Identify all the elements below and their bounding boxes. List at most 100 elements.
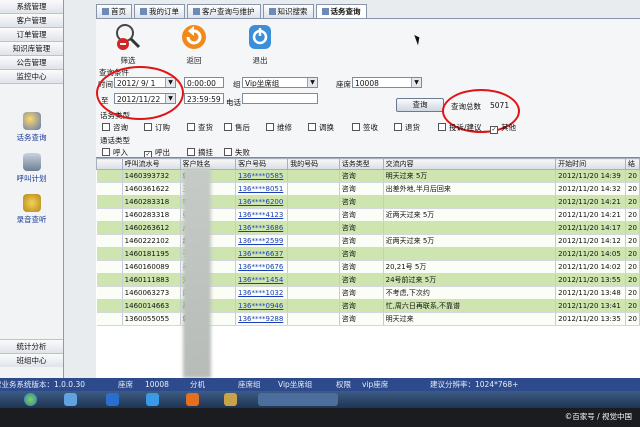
table-row[interactable]: 1460283318张136****4123咨询近两天过来 5万2012/11/… <box>96 208 640 222</box>
table-row[interactable]: 1460222102赵136****2599咨询近两天过来 5万2012/11/… <box>96 234 640 248</box>
query-button[interactable]: 查询 <box>396 98 444 112</box>
column-header[interactable]: 交流内容 <box>382 158 557 170</box>
tab-customer-query[interactable]: 客户查询与维护 <box>187 4 261 18</box>
table-row[interactable]: 1360055055韩136****9288咨询明天过来2012/11/20 1… <box>96 312 640 326</box>
table-row[interactable]: 1460263612卢136****3686咨询2012/11/20 14:17… <box>96 221 640 235</box>
row-selector[interactable] <box>96 273 123 287</box>
business-type-checkbox[interactable]: ✓ 其他 <box>490 122 516 134</box>
cell-phone[interactable]: 136****0946 <box>235 299 289 313</box>
table-row[interactable]: 1460160089吴136****0676咨询20,21号 5万2012/11… <box>96 260 640 274</box>
cell-phone[interactable]: 136****1454 <box>235 273 289 287</box>
column-header[interactable]: 我的号码 <box>287 158 340 170</box>
business-type-checkbox[interactable]: 售后 <box>224 122 250 133</box>
checkbox-icon[interactable] <box>438 123 446 131</box>
nav-item-team-center[interactable]: 班组中心 <box>0 353 63 367</box>
business-type-checkbox[interactable]: 调换 <box>308 122 334 133</box>
tab-call-query[interactable]: 话务查询 <box>315 4 367 18</box>
row-selector[interactable] <box>96 299 123 313</box>
phone-input[interactable] <box>242 93 318 104</box>
seat-select[interactable]: 10008 ▼ <box>352 77 422 88</box>
business-type-checkbox[interactable]: 查货 <box>187 122 213 133</box>
row-selector[interactable] <box>96 286 123 300</box>
cell-phone[interactable]: 136****9288 <box>235 312 289 326</box>
checkbox-icon[interactable] <box>266 123 274 131</box>
ie-icon[interactable] <box>146 393 159 406</box>
business-type-checkbox[interactable]: 退货 <box>394 122 420 133</box>
table-row[interactable]: 1460181195于136****6637咨询2012/11/20 14:05… <box>96 247 640 261</box>
exit-button[interactable]: 退出 <box>242 23 278 66</box>
column-header[interactable]: 客户号码 <box>235 158 289 170</box>
nav-item-system[interactable]: 系统管理 <box>0 0 63 14</box>
nav-item-customer[interactable]: 客户管理 <box>0 14 63 28</box>
business-type-checkbox[interactable]: 投诉/建议 <box>438 122 482 133</box>
cell-phone[interactable]: 136****3686 <box>235 221 289 235</box>
tab-my-orders[interactable]: 我的订单 <box>134 4 185 18</box>
checkbox-icon[interactable] <box>224 123 232 131</box>
row-selector[interactable] <box>96 221 123 235</box>
nav-tool-recording[interactable]: 录音查听 <box>0 194 63 225</box>
folder-icon[interactable] <box>224 393 237 406</box>
checkbox-icon[interactable] <box>224 148 232 156</box>
row-selector[interactable] <box>96 195 123 209</box>
row-selector[interactable] <box>96 234 123 248</box>
tab-home[interactable]: 首页 <box>96 4 132 18</box>
nav-item-monitor[interactable]: 监控中心 <box>0 70 63 84</box>
cell-phone[interactable]: 136****6200 <box>235 195 289 209</box>
business-type-checkbox[interactable]: 订购 <box>144 122 170 133</box>
checkbox-icon[interactable] <box>352 123 360 131</box>
chevron-down-icon[interactable]: ▼ <box>307 78 317 87</box>
checkbox-icon[interactable] <box>187 148 195 156</box>
business-type-checkbox[interactable]: 维修 <box>266 122 292 133</box>
table-row[interactable]: 1460063273周136****1032咨询不考虑,下次约2012/11/2… <box>96 286 640 300</box>
row-selector[interactable] <box>96 247 123 261</box>
checkbox-icon[interactable] <box>144 123 152 131</box>
end-time-field[interactable]: 23:59:59 <box>184 93 224 104</box>
cell-phone[interactable]: 136****6637 <box>235 247 289 261</box>
chevron-down-icon[interactable]: ▼ <box>411 78 421 87</box>
business-type-checkbox[interactable]: 咨询 <box>102 122 128 133</box>
checkbox-icon[interactable]: ✓ <box>490 126 498 134</box>
tab-knowledge-search[interactable]: 知识搜索 <box>262 4 314 18</box>
row-selector[interactable] <box>96 169 123 183</box>
nav-tool-call-query[interactable]: 话务查询 <box>0 112 63 143</box>
cell-phone[interactable]: 136****0585 <box>235 169 289 183</box>
back-button[interactable]: 返回 <box>176 23 212 66</box>
checkbox-icon[interactable] <box>102 123 110 131</box>
row-selector[interactable] <box>96 208 123 222</box>
table-row[interactable]: 1460111883刘136****1454咨询24号前过来 5万2012/11… <box>96 273 640 287</box>
start-time-field[interactable]: 0:00:00 <box>184 77 224 88</box>
nav-item-order[interactable]: 订单管理 <box>0 28 63 42</box>
column-header[interactable]: 话务类型 <box>338 158 384 170</box>
filter-button[interactable]: 筛选 <box>110 23 146 66</box>
column-header[interactable]: 呼叫流水号 <box>121 158 181 170</box>
cell-phone[interactable]: 136****4123 <box>235 208 289 222</box>
start-button-icon[interactable] <box>24 393 37 406</box>
nav-item-notice[interactable]: 公告管理 <box>0 56 63 70</box>
table-row[interactable]: 1460361622王136****8051咨询出差外地,半月后回来2012/1… <box>96 182 640 196</box>
row-selector[interactable] <box>96 312 123 326</box>
browser-icon[interactable] <box>106 393 119 406</box>
taskbar-app-window[interactable] <box>258 393 338 406</box>
explorer-icon[interactable] <box>64 393 77 406</box>
row-selector[interactable] <box>96 260 123 274</box>
row-selector[interactable] <box>96 182 123 196</box>
checkbox-icon[interactable] <box>187 123 195 131</box>
checkbox-icon[interactable] <box>102 148 110 156</box>
business-type-checkbox[interactable]: 签收 <box>352 122 378 133</box>
cell-phone[interactable]: 136****2599 <box>235 234 289 248</box>
nav-item-statistics[interactable]: 统计分析 <box>0 339 63 353</box>
table-row[interactable]: 1460393732韩136****0585咨询明天过来 5万2012/11/2… <box>96 169 640 183</box>
group-select[interactable]: Vip坐席组 ▼ <box>242 77 318 88</box>
table-row[interactable]: 1460283318李136****6200咨询2012/11/20 14:21… <box>96 195 640 209</box>
media-player-icon[interactable] <box>186 393 199 406</box>
nav-tool-call-plan[interactable]: 呼叫计划 <box>0 153 63 184</box>
table-row[interactable]: 1460014663孙136****0946咨询忙,周六日再联系,不靠谱2012… <box>96 299 640 313</box>
checkbox-icon[interactable] <box>308 123 316 131</box>
nav-item-knowledge[interactable]: 知识库管理 <box>0 42 63 56</box>
cell-phone[interactable]: 136****1032 <box>235 286 289 300</box>
cell-phone[interactable]: 136****0676 <box>235 260 289 274</box>
checkbox-icon[interactable] <box>394 123 402 131</box>
cell-phone[interactable]: 136****8051 <box>235 182 289 196</box>
column-header[interactable]: 开始时间 <box>555 158 627 170</box>
column-header[interactable]: 结 <box>625 158 640 170</box>
